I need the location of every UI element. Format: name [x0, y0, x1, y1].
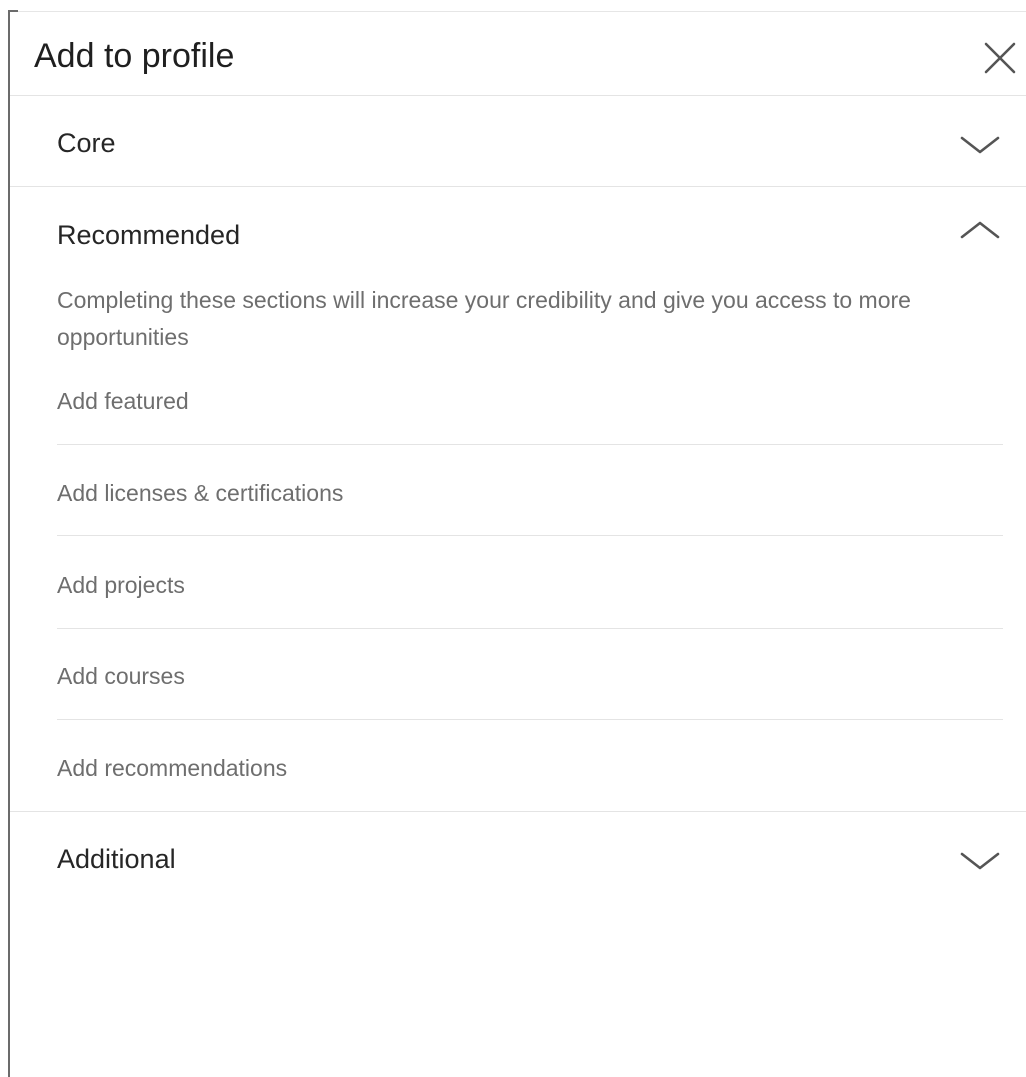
- item-divider: [57, 444, 1003, 445]
- add-licenses-certifications-item[interactable]: Add licenses & certifications: [57, 468, 1003, 518]
- screen: Add to profile Core Recommended Completi…: [0, 0, 1026, 1077]
- dialog-header: Add to profile: [10, 12, 1026, 96]
- chevron-down-icon: [960, 852, 1000, 870]
- chevron-down-icon: [960, 136, 1000, 154]
- close-icon: [984, 42, 1016, 74]
- add-recommendations-item[interactable]: Add recommendations: [57, 743, 1003, 793]
- add-to-profile-dialog: Add to profile Core Recommended Completi…: [10, 12, 1026, 1077]
- item-divider: [57, 628, 1003, 629]
- item-divider: [57, 719, 1003, 720]
- section-recommended-toggle[interactable]: [958, 217, 1002, 243]
- section-additional-toggle[interactable]: [958, 848, 1002, 874]
- add-projects-item[interactable]: Add projects: [57, 560, 1003, 610]
- add-courses-item[interactable]: Add courses: [57, 651, 1003, 701]
- section-core-toggle[interactable]: [958, 132, 1002, 158]
- section-core[interactable]: Core: [10, 96, 1026, 186]
- dialog-title: Add to profile: [34, 37, 235, 75]
- close-button[interactable]: [980, 38, 1020, 78]
- section-recommended[interactable]: Recommended: [10, 187, 1026, 277]
- chevron-up-icon: [960, 221, 1000, 239]
- item-divider: [57, 535, 1003, 536]
- section-additional-title: Additional: [57, 844, 176, 874]
- section-recommended-description: Completing these sections will increase …: [57, 287, 911, 350]
- section-core-title: Core: [57, 128, 116, 158]
- section-additional[interactable]: Additional: [10, 812, 1026, 902]
- section-recommended-title: Recommended: [57, 220, 241, 250]
- add-featured-item[interactable]: Add featured: [57, 376, 1003, 426]
